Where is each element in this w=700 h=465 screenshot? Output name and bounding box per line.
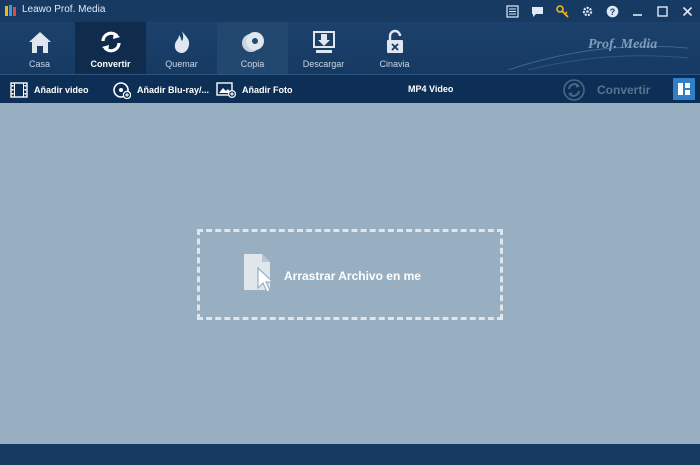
- disc-add-icon: [113, 81, 131, 99]
- close-icon[interactable]: [675, 0, 700, 22]
- add-video-label: Añadir video: [34, 84, 89, 95]
- module-descargar[interactable]: Descargar: [288, 22, 359, 74]
- toolbar: Añadir video Añadir Blu-ray/... Añadir F…: [0, 74, 700, 103]
- module-cinavia[interactable]: Cinavia: [359, 22, 430, 74]
- dropzone-text: Arrastrar Archivo en me: [284, 269, 421, 283]
- workspace: Arrastrar Archivo en me: [0, 103, 700, 444]
- home-icon: [29, 32, 51, 53]
- copy-disc-icon: [242, 32, 264, 52]
- convert-label: Convertir: [597, 82, 651, 97]
- add-photo-label: Añadir Foto: [242, 84, 293, 95]
- layout-icon: [678, 83, 690, 95]
- output-format-selector[interactable]: MP4 Video: [408, 84, 453, 94]
- unlock-icon: [387, 29, 403, 53]
- convert-circle-icon: [563, 78, 585, 101]
- add-video-button[interactable]: Añadir video: [10, 75, 89, 104]
- module-quemar[interactable]: Quemar: [146, 22, 217, 74]
- register-icon[interactable]: [500, 0, 525, 22]
- title-bar: Leawo Prof. Media ?: [0, 0, 700, 22]
- module-bar: Casa Convertir Quemar Copia Descargar Ci…: [0, 22, 700, 74]
- add-photo-button[interactable]: Añadir Foto: [216, 75, 293, 104]
- convert-icon: [101, 31, 121, 53]
- brand-logo: Prof. Media: [508, 37, 688, 70]
- add-bluray-label: Añadir Blu-ray/...: [137, 84, 210, 95]
- download-icon: [313, 31, 335, 53]
- photo-add-icon: [216, 81, 236, 98]
- convert-button[interactable]: Convertir: [563, 75, 650, 104]
- add-bluray-button[interactable]: Añadir Blu-ray/...: [113, 75, 209, 104]
- svg-text:?: ?: [610, 7, 616, 17]
- brand-text: Prof. Media: [588, 37, 657, 52]
- help-icon[interactable]: ?: [600, 0, 625, 22]
- app-title: Leawo Prof. Media: [22, 4, 106, 15]
- key-icon[interactable]: [550, 0, 575, 22]
- module-copia[interactable]: Copia: [217, 22, 288, 74]
- maximize-icon[interactable]: [650, 0, 675, 22]
- module-casa[interactable]: Casa: [4, 22, 75, 74]
- app-logo-icon: [5, 5, 16, 16]
- feedback-icon[interactable]: [525, 0, 550, 22]
- status-bar: [0, 444, 700, 465]
- drag-file-icon: [244, 254, 275, 293]
- gear-icon[interactable]: [575, 0, 600, 22]
- minimize-icon[interactable]: [625, 0, 650, 22]
- burn-icon: [174, 31, 190, 53]
- layout-toggle-button[interactable]: [673, 78, 695, 100]
- module-convertir[interactable]: Convertir: [75, 22, 146, 74]
- file-dropzone[interactable]: Arrastrar Archivo en me: [197, 229, 503, 320]
- film-icon: [10, 81, 28, 98]
